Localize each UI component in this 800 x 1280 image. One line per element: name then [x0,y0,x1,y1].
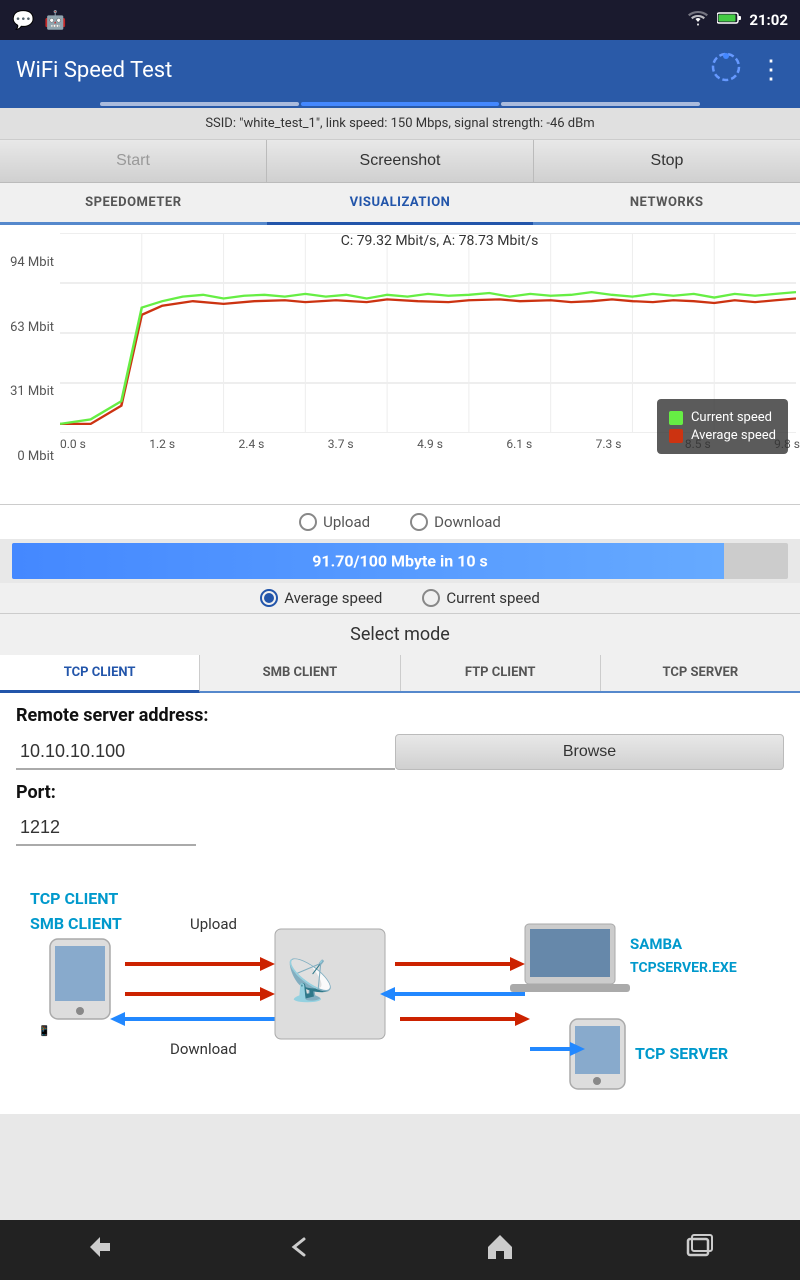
nav-back-gesture-icon[interactable] [284,1231,316,1270]
mode-tabs: TCP CLIENT SMB CLIENT FTP CLIENT TCP SER… [0,655,800,693]
average-speed-label: Average speed [284,589,382,607]
x-label-4: 4.9 s [417,437,443,451]
average-speed-radio[interactable] [260,589,278,607]
download-option[interactable]: Download [410,513,501,531]
average-speed-option[interactable]: Average speed [260,589,382,607]
upload-label: Upload [323,513,370,531]
tab-speedometer[interactable]: SPEEDOMETER [0,183,267,222]
action-buttons: Start Screenshot Stop [0,140,800,183]
legend-current-label: Current speed [691,410,772,425]
progress-bar-container: 91.70/100 Mbyte in 10 s [12,543,788,579]
upload-download-row: Upload Download [0,505,800,539]
download-radio[interactable] [410,513,428,531]
menu-icon[interactable]: ⋮ [758,55,784,85]
port-label: Port: [16,782,784,803]
nav-home-icon[interactable] [484,1231,516,1270]
start-button[interactable]: Start [0,140,267,182]
speed-options-row: Average speed Current speed [0,583,800,614]
mode-tab-tcp-client[interactable]: TCP CLIENT [0,655,200,693]
svg-text:Upload: Upload [190,915,237,933]
svg-text:SAMBA: SAMBA [630,935,683,953]
nav-recents-icon[interactable] [684,1231,716,1270]
y-label-31: 31 Mbit [0,384,54,399]
refresh-icon[interactable] [710,51,742,90]
svg-text:TCP CLIENT: TCP CLIENT [30,889,118,908]
top-tab-1[interactable] [100,102,299,106]
diagram-area: TCP CLIENT SMB CLIENT 📱 Upload Download … [0,858,800,1114]
server-section: Remote server address: Browse Port: [0,693,800,858]
status-bar: 💬 🤖 21:02 [0,0,800,40]
mode-tab-ftp-client[interactable]: FTP CLIENT [401,655,601,691]
port-input[interactable] [16,811,196,846]
bottom-nav [0,1220,800,1280]
app-bar-right: ⋮ [710,51,784,90]
y-label-0: 0 Mbit [0,449,54,464]
mode-tab-tcp-server[interactable]: TCP SERVER [601,655,800,691]
x-label-0: 0.0 s [60,437,86,451]
x-label-2: 2.4 s [239,437,265,451]
battery-icon [717,11,741,29]
x-label-3: 3.7 s [328,437,354,451]
current-speed-option[interactable]: Current speed [422,589,539,607]
svg-text:Download: Download [170,1040,237,1058]
progress-label: 91.70/100 Mbyte in 10 s [312,552,488,571]
mode-tab-smb-client[interactable]: SMB CLIENT [200,655,400,691]
stop-button[interactable]: Stop [534,140,800,182]
top-tab-2[interactable] [301,102,500,106]
top-tab-3[interactable] [501,102,700,106]
section-tabs: SPEEDOMETER VISUALIZATION NETWORKS [0,183,800,225]
android-icon: 🤖 [44,10,66,31]
status-right: 21:02 [687,10,788,30]
svg-text:📡: 📡 [285,955,335,1004]
time: 21:02 [749,11,788,29]
current-speed-label: Current speed [446,589,539,607]
y-label-63: 63 Mbit [0,320,54,335]
ssid-bar: SSID: "white_test_1", link speed: 150 Mb… [0,108,800,140]
legend-average-label: Average speed [691,428,776,443]
x-label-6: 7.3 s [596,437,622,451]
svg-text:TCP SERVER: TCP SERVER [635,1044,728,1063]
diagram-svg: TCP CLIENT SMB CLIENT 📱 Upload Download … [16,874,784,1094]
legend-average-dot [669,429,683,443]
svg-text:TCPSERVER.EXE: TCPSERVER.EXE [630,960,737,976]
x-label-1: 1.2 s [149,437,175,451]
status-left: 💬 🤖 [12,10,67,31]
wifi-icon [687,10,709,30]
select-mode-label: Select mode [0,614,800,655]
nav-back-icon[interactable] [84,1231,116,1270]
x-label-5: 6.1 s [506,437,532,451]
screenshot-button[interactable]: Screenshot [267,140,534,182]
svg-text:SMB CLIENT: SMB CLIENT [30,914,122,933]
tab-visualization[interactable]: VISUALIZATION [267,183,534,225]
download-label: Download [434,513,501,531]
legend-current-dot [669,411,683,425]
chart-legend: Current speed Average speed [657,399,788,454]
browse-button[interactable]: Browse [395,734,784,770]
msg-icon: 💬 [12,10,34,31]
legend-current: Current speed [669,410,776,425]
tab-networks[interactable]: NETWORKS [533,183,800,222]
server-label: Remote server address: [16,705,784,726]
y-labels: 94 Mbit 63 Mbit 31 Mbit 0 Mbit [0,255,58,464]
app-title: WiFi Speed Test [16,58,172,83]
server-address-input[interactable] [16,734,395,770]
current-speed-radio[interactable] [422,589,440,607]
y-label-94: 94 Mbit [0,255,54,270]
legend-average: Average speed [669,428,776,443]
top-tab-bar [0,100,800,108]
server-input-row: Browse [16,734,784,770]
chart-area: C: 79.32 Mbit/s, A: 78.73 Mbit/s 94 Mbit… [0,225,800,505]
ssid-text: SSID: "white_test_1", link speed: 150 Mb… [205,116,594,131]
upload-radio[interactable] [299,513,317,531]
app-bar: WiFi Speed Test ⋮ [0,40,800,100]
svg-text:📱: 📱 [38,1024,50,1037]
upload-option[interactable]: Upload [299,513,370,531]
chart-title: C: 79.32 Mbit/s, A: 78.73 Mbit/s [341,233,539,249]
